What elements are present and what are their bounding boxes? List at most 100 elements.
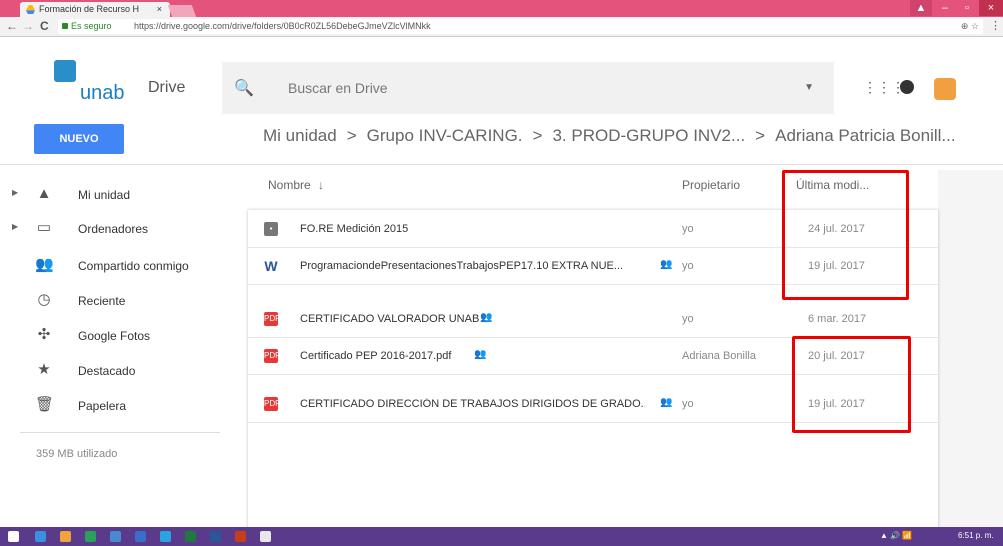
shared-icon: 👥 xyxy=(474,349,487,360)
shared-icon: 👥 xyxy=(660,259,673,270)
close-window-button[interactable]: × xyxy=(979,0,1003,16)
search-icon[interactable]: 🔍 xyxy=(234,78,254,98)
sidebar-item-label: Destacado xyxy=(78,364,136,378)
secure-label: Es seguro xyxy=(71,21,112,31)
star-icon: ★ xyxy=(37,361,51,378)
sidebar-item-starred[interactable]: ★ Destacado xyxy=(0,356,220,386)
clock-icon: ◷ xyxy=(37,291,51,308)
tab-close-icon[interactable]: × xyxy=(157,2,162,17)
sidebar-item-my-drive[interactable]: ▶ ▲ Mi unidad xyxy=(0,180,220,210)
search-input[interactable]: Buscar en Drive xyxy=(288,80,388,96)
computer-icon: ▭ xyxy=(36,219,52,236)
sort-arrow-icon[interactable]: ↓ xyxy=(318,178,324,192)
sidebar-divider xyxy=(20,432,220,433)
details-panel-gutter xyxy=(938,170,1003,530)
expand-icon[interactable]: ▶ xyxy=(12,188,18,197)
lock-icon xyxy=(62,23,68,29)
sidebar-item-label: Ordenadores xyxy=(78,222,149,236)
word-icon: W xyxy=(264,258,278,274)
powerpoint-icon[interactable] xyxy=(235,531,246,542)
sidebar-item-label: Google Fotos xyxy=(78,329,151,343)
column-header-owner[interactable]: Propietario xyxy=(682,178,740,192)
file-name: CERTIFICADO VALORADOR UNAB xyxy=(300,313,480,325)
file-name: CERTIFICADO DIRECCIÓN DE TRABAJOS DIRIGI… xyxy=(300,398,645,410)
sidebar-item-label: Compartido conmigo xyxy=(78,259,189,273)
windows-start-icon[interactable] xyxy=(8,531,19,542)
expand-icon[interactable]: ▶ xyxy=(12,222,18,231)
app-icon[interactable] xyxy=(60,531,71,542)
skype-icon[interactable] xyxy=(160,531,171,542)
file-owner: Adriana Bonilla xyxy=(682,350,756,362)
avatar[interactable] xyxy=(934,78,956,100)
minimize-button[interactable]: – xyxy=(935,0,955,16)
sidebar-item-label: Mi unidad xyxy=(78,188,131,202)
highlight-box-modified-top xyxy=(782,170,909,300)
file-owner: yo xyxy=(682,260,694,272)
highlight-box-modified-bottom xyxy=(792,336,911,433)
forward-icon[interactable]: → xyxy=(22,19,34,33)
sidebar-item-label: Reciente xyxy=(78,294,126,308)
shared-icon: 👥 xyxy=(480,312,493,323)
breadcrumb-item-prod[interactable]: 3. PROD-GRUPO INV2... xyxy=(552,126,745,145)
file-row[interactable]: PDF CERTIFICADO VALORADOR UNAB 👥 yo 6 ma… xyxy=(248,301,938,338)
breadcrumb-separator: > xyxy=(532,126,543,145)
chrome-icon[interactable] xyxy=(260,531,271,542)
unab-logo-icon[interactable] xyxy=(54,60,76,82)
excel-icon[interactable] xyxy=(185,531,196,542)
folder-icon: ▪ xyxy=(264,222,278,236)
new-button[interactable]: NUEVO xyxy=(34,124,124,154)
breadcrumb-separator: > xyxy=(755,126,766,145)
file-name: ProgramaciondePresentacionesTrabajosPEP1… xyxy=(300,260,624,272)
storage-usage[interactable]: 359 MB utilizado xyxy=(36,448,117,460)
pdf-icon: PDF xyxy=(264,312,280,326)
brand-label[interactable]: unab xyxy=(80,82,125,105)
search-options-icon[interactable]: ▼ xyxy=(804,82,814,93)
shared-icon: 👥 xyxy=(35,256,54,273)
url-field[interactable]: Es seguro https://drive.google.com/drive… xyxy=(58,19,983,34)
product-label[interactable]: Drive xyxy=(148,79,185,97)
column-header-label: Nombre xyxy=(268,178,311,192)
file-name: Certificado PEP 2016-2017.pdf xyxy=(300,350,452,362)
ie-icon[interactable] xyxy=(35,531,46,542)
apps-grid-icon[interactable]: ⋮⋮⋮ xyxy=(863,79,905,96)
zoom-icon[interactable]: ⊕ xyxy=(961,21,969,31)
sidebar-item-shared[interactable]: 👥 Compartido conmigo xyxy=(0,251,220,281)
menu-icon[interactable]: ⋮ xyxy=(990,19,1001,32)
clock[interactable]: 6:51 p. m. xyxy=(958,531,994,540)
column-header-name[interactable]: Nombre ↓ xyxy=(268,178,324,192)
header-divider xyxy=(0,164,1003,165)
pdf-icon: PDF xyxy=(264,397,280,411)
sidebar-item-photos[interactable]: ✣ Google Fotos xyxy=(0,321,220,351)
file-owner: yo xyxy=(682,313,694,325)
system-tray[interactable]: ▲ 🔊 📶 xyxy=(880,531,912,540)
app-icon[interactable] xyxy=(135,531,146,542)
breadcrumb-item-group[interactable]: Grupo INV-CARING. xyxy=(367,126,523,145)
maximize-button[interactable]: ▫ xyxy=(957,0,977,16)
file-modified-date: 6 mar. 2017 xyxy=(808,313,867,325)
search-bar[interactable]: 🔍 Buscar en Drive ▼ xyxy=(222,62,834,114)
back-icon[interactable]: ← xyxy=(6,19,18,33)
file-name: FO.RE Medición 2015 xyxy=(300,223,409,235)
taskbar xyxy=(0,527,1003,546)
breadcrumb-item-my-drive[interactable]: Mi unidad xyxy=(263,126,337,145)
word-icon[interactable] xyxy=(210,531,221,542)
zoom-star-icons[interactable]: ⊕ ☆ xyxy=(961,19,979,34)
sidebar-item-recent[interactable]: ◷ Reciente xyxy=(0,286,220,316)
explorer-icon[interactable] xyxy=(110,531,121,542)
sidebar-item-computers[interactable]: ▶ ▭ Ordenadores xyxy=(0,214,220,244)
new-tab-button[interactable] xyxy=(167,5,197,17)
file-owner: yo xyxy=(682,398,694,410)
browser-tab[interactable]: Formación de Recurso H × xyxy=(20,2,170,17)
photos-icon: ✣ xyxy=(37,326,51,343)
app-icon[interactable] xyxy=(85,531,96,542)
notifications-icon[interactable] xyxy=(900,80,914,94)
profile-icon[interactable]: ▲ xyxy=(910,0,932,16)
file-owner: yo xyxy=(682,223,694,235)
breadcrumb-separator: > xyxy=(346,126,357,145)
address-bar: ← → C Es seguro https://drive.google.com… xyxy=(0,17,1003,37)
reload-icon[interactable]: C xyxy=(40,19,49,33)
drive-favicon-icon xyxy=(26,5,35,14)
sidebar-item-trash[interactable]: 🗑 Papelera xyxy=(0,391,220,421)
star-icon[interactable]: ☆ xyxy=(971,21,979,31)
breadcrumb-item-current[interactable]: Adriana Patricia Bonill... xyxy=(775,126,955,145)
